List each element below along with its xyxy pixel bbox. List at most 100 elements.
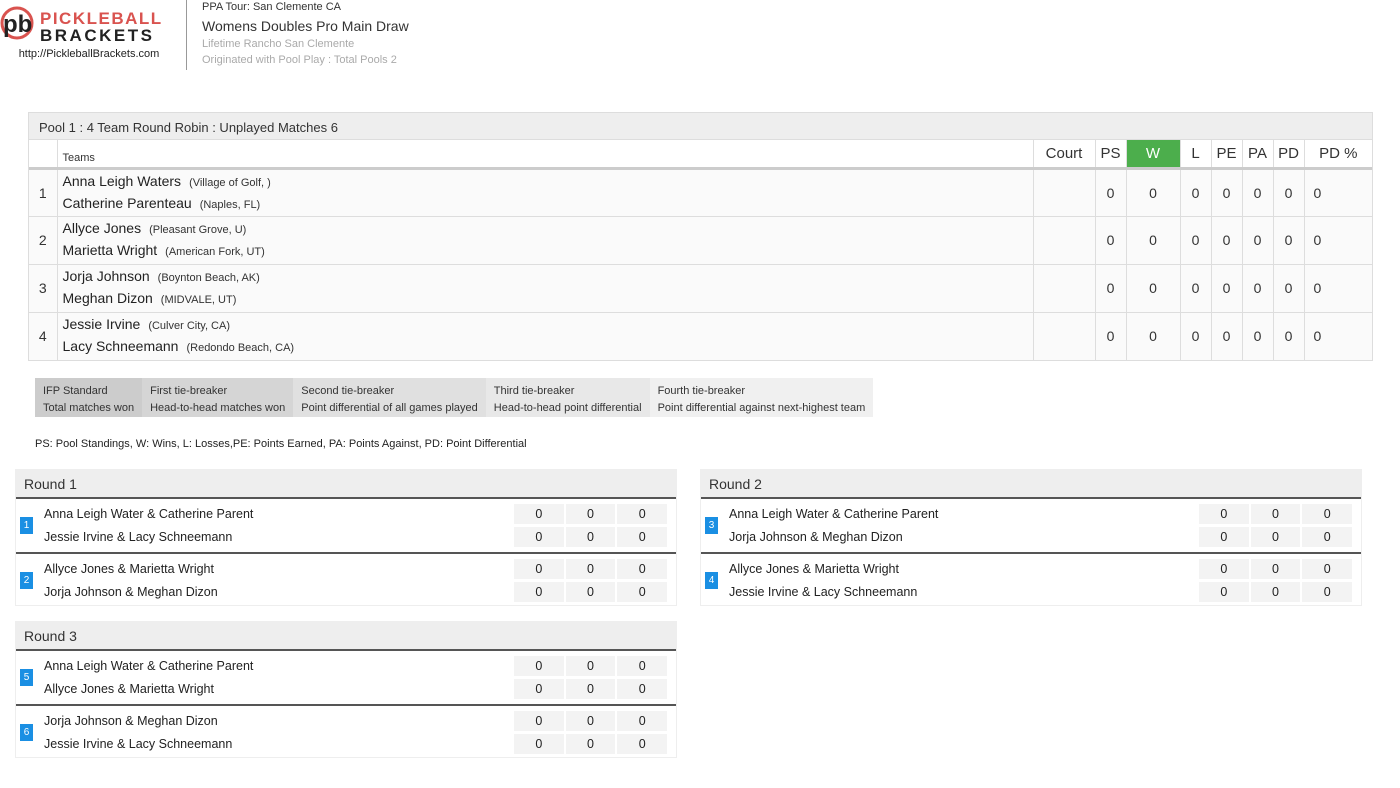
- w-cell: 0: [1125, 263, 1180, 312]
- court-cell: [1032, 263, 1095, 312]
- tiebreaker-desc: Total matches won: [43, 402, 135, 414]
- player-name[interactable]: Marietta Wright: [63, 242, 158, 258]
- pd-cell: 0: [1272, 263, 1304, 312]
- ps-header[interactable]: PS: [1094, 140, 1126, 170]
- rank-cell: 1: [29, 167, 57, 216]
- game-score: 0: [514, 734, 564, 754]
- game-score: 0: [565, 679, 616, 699]
- match-team: Anna Leigh Water & Catherine Parent: [729, 507, 939, 521]
- rank-cell: 2: [29, 215, 57, 264]
- pd-pct-header[interactable]: PD %: [1303, 140, 1372, 170]
- venue-name: Lifetime Rancho San Clemente: [202, 38, 355, 50]
- standings-row: 4 Jessie Irvine (Culver City, CA) Lacy Sc…: [29, 311, 1372, 360]
- match-number-badge[interactable]: 1: [20, 517, 33, 534]
- team-cell: Jorja Johnson (Boynton Beach, AK) Meghan …: [56, 263, 1033, 312]
- round-title: Round 1: [16, 470, 676, 499]
- pa-header[interactable]: PA: [1241, 140, 1273, 170]
- match-row[interactable]: 1 Anna Leigh Water & Catherine Parent Je…: [16, 499, 676, 552]
- pickleball-brackets-logo[interactable]: pb PICKLEBALL BRACKETS: [0, 4, 180, 44]
- score-row: 0 0 0: [514, 582, 669, 602]
- match-number-badge[interactable]: 5: [20, 669, 33, 686]
- game-score: 0: [617, 679, 668, 699]
- pa-cell: 0: [1241, 263, 1273, 312]
- court-cell: [1032, 311, 1095, 360]
- match-number-badge[interactable]: 4: [705, 572, 718, 589]
- game-score: 0: [617, 656, 668, 676]
- game-score: 0: [617, 527, 668, 547]
- w-header[interactable]: W: [1125, 140, 1180, 170]
- game-score: 0: [565, 527, 616, 547]
- tiebreaker-strip: IFP Standard Total matches won First tie…: [35, 378, 874, 417]
- site-url-link[interactable]: http://PickleballBrackets.com: [0, 48, 178, 60]
- score-row: 0 0 0: [1199, 527, 1354, 547]
- ps-cell: 0: [1094, 263, 1126, 312]
- pa-cell: 0: [1241, 167, 1273, 216]
- court-cell: [1032, 215, 1095, 264]
- tiebreaker-item: Fourth tie-breaker Point differential ag…: [649, 378, 874, 417]
- score-row: 0 0 0: [514, 559, 669, 579]
- round-title: Round 2: [701, 470, 1361, 499]
- standings-row: 2 Allyce Jones (Pleasant Grove, U) Mariet…: [29, 215, 1372, 264]
- score-row: 0 0 0: [514, 734, 669, 754]
- game-score: 0: [565, 711, 616, 731]
- court-header[interactable]: Court: [1032, 140, 1095, 170]
- team-cell: Jessie Irvine (Culver City, CA) Lacy Schn…: [56, 311, 1033, 360]
- rank-cell: 4: [29, 311, 57, 360]
- pe-header[interactable]: PE: [1210, 140, 1242, 170]
- match-row[interactable]: 2 Allyce Jones & Marietta Wright Jorja J…: [16, 552, 676, 605]
- match-team: Allyce Jones & Marietta Wright: [44, 562, 214, 576]
- player-location: (MIDVALE, UT): [160, 294, 237, 306]
- game-score: 0: [617, 711, 668, 731]
- teams-header[interactable]: Teams: [56, 140, 1033, 170]
- player-location: (American Fork, UT): [165, 246, 265, 258]
- match-number-badge[interactable]: 3: [705, 517, 718, 534]
- match-team: Allyce Jones & Marietta Wright: [729, 562, 899, 576]
- game-score: 0: [514, 527, 564, 547]
- player-name[interactable]: Anna Leigh Waters: [63, 173, 182, 189]
- player-name[interactable]: Jorja Johnson: [63, 268, 150, 284]
- pd-cell: 0: [1272, 311, 1304, 360]
- score-row: 0 0 0: [514, 679, 669, 699]
- match-row[interactable]: 3 Anna Leigh Water & Catherine Parent Jo…: [701, 499, 1361, 552]
- pd-pct-cell: 0: [1303, 215, 1372, 264]
- tiebreaker-desc: Head-to-head point differential: [493, 402, 642, 414]
- match-row[interactable]: 5 Anna Leigh Water & Catherine Parent Al…: [16, 651, 676, 704]
- round-3-panel: Round 3 5 Anna Leigh Water & Catherine P…: [15, 621, 677, 758]
- match-row[interactable]: 4 Allyce Jones & Marietta Wright Jessie …: [701, 552, 1361, 605]
- rank-cell: 3: [29, 263, 57, 312]
- match-row[interactable]: 6 Jorja Johnson & Meghan Dizon Jessie Ir…: [16, 704, 676, 757]
- pa-cell: 0: [1241, 215, 1273, 264]
- score-row: 0 0 0: [1199, 559, 1354, 579]
- event-title: Womens Doubles Pro Main Draw: [202, 18, 409, 34]
- player-location: (Boynton Beach, AK): [157, 272, 260, 284]
- match-number-badge[interactable]: 2: [20, 572, 33, 589]
- score-row: 0 0 0: [514, 656, 669, 676]
- pd-cell: 0: [1272, 167, 1304, 216]
- game-score: 0: [617, 504, 668, 524]
- tiebreaker-item: Third tie-breaker Head-to-head point dif…: [485, 378, 650, 417]
- l-header[interactable]: L: [1179, 140, 1211, 170]
- player-name[interactable]: Catherine Parenteau: [63, 195, 192, 211]
- abbreviation-legend: PS: Pool Standings, W: Wins, L: Losses,P…: [35, 438, 527, 450]
- game-score: 0: [1250, 582, 1301, 602]
- match-team: Allyce Jones & Marietta Wright: [44, 682, 214, 696]
- tiebreaker-item: Second tie-breaker Point differential of…: [293, 378, 486, 417]
- score-row: 0 0 0: [1199, 504, 1354, 524]
- player-name[interactable]: Allyce Jones: [63, 220, 142, 236]
- score-row: 0 0 0: [1199, 582, 1354, 602]
- match-team: Anna Leigh Water & Catherine Parent: [44, 507, 254, 521]
- game-score: 0: [514, 582, 564, 602]
- game-score: 0: [1199, 504, 1249, 524]
- round-2-panel: Round 2 3 Anna Leigh Water & Catherine P…: [700, 469, 1362, 606]
- pd-header[interactable]: PD: [1272, 140, 1304, 170]
- game-score: 0: [565, 656, 616, 676]
- pa-cell: 0: [1241, 311, 1273, 360]
- match-team: Jessie Irvine & Lacy Schneemann: [44, 737, 233, 751]
- tiebreaker-title: Second tie-breaker: [301, 385, 395, 397]
- player-name[interactable]: Meghan Dizon: [63, 290, 153, 306]
- player-name[interactable]: Jessie Irvine: [63, 316, 141, 332]
- tiebreaker-item: IFP Standard Total matches won: [35, 378, 143, 417]
- player-name[interactable]: Lacy Schneemann: [63, 338, 179, 354]
- match-number-badge[interactable]: 6: [20, 724, 33, 741]
- tour-name: PPA Tour: San Clemente CA: [202, 1, 341, 13]
